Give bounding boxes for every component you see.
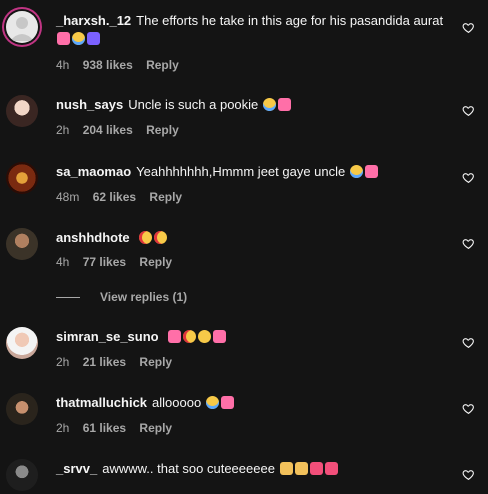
comment-username[interactable]: nush_says <box>56 97 123 112</box>
comment-meta: 2h 61 likes Reply <box>56 421 182 435</box>
like-heart-icon[interactable] <box>462 171 475 184</box>
comment-body: Uncle is such a pookie <box>128 97 259 112</box>
comment-text: _harxsh._12 The efforts he take in this a… <box>56 12 446 48</box>
smile-emoji-icon <box>198 330 212 343</box>
comment-meta: 4h 77 likes Reply <box>56 255 182 269</box>
reply-button[interactable]: Reply <box>139 421 172 435</box>
heart-emoji-icon <box>220 396 234 409</box>
comment-time: 4h <box>56 58 70 72</box>
comment-time: 2h <box>56 123 70 137</box>
avatar[interactable] <box>6 228 38 260</box>
crying-emoji-icon <box>205 396 219 409</box>
comment-time: 4h <box>56 255 70 269</box>
comment-meta: 4h 938 likes Reply <box>56 58 189 72</box>
comment-time: 2h <box>56 421 70 435</box>
comment-time: 48m <box>56 190 80 204</box>
comment-likes[interactable]: 77 likes <box>83 255 126 269</box>
crying-emoji-icon <box>72 32 85 45</box>
comment-body: Yeahhhhhhh,Hmmm jeet gaye uncle <box>136 164 346 179</box>
comment-username[interactable]: sa_maomao <box>56 164 131 179</box>
comment-likes[interactable]: 204 likes <box>83 123 133 137</box>
up-arrow-emoji-icon <box>87 32 100 45</box>
reply-button[interactable]: Reply <box>146 58 179 72</box>
star-struck-emoji-icon <box>139 231 153 244</box>
heart-emoji-icon <box>324 462 338 475</box>
like-heart-icon[interactable] <box>462 402 475 415</box>
comment-body: The efforts he take in this age for his … <box>136 13 444 28</box>
like-heart-icon[interactable] <box>462 336 475 349</box>
star-struck-emoji-icon <box>183 330 197 343</box>
avatar[interactable] <box>6 11 38 43</box>
comment-text: nush_says Uncle is such a pookie <box>56 96 446 114</box>
raised-hands-emoji-icon <box>279 462 293 475</box>
reply-button[interactable]: Reply <box>139 355 172 369</box>
heart-emoji-icon <box>57 32 70 45</box>
comment-username[interactable]: thatmalluchick <box>56 395 147 410</box>
comment-body: allooooo <box>152 395 202 410</box>
crying-emoji-icon <box>262 98 276 111</box>
avatar[interactable] <box>6 327 38 359</box>
comment-likes[interactable]: 61 likes <box>83 421 126 435</box>
avatar[interactable] <box>6 393 38 425</box>
comment-username[interactable]: simran_se_suno <box>56 329 159 344</box>
comment-text: sa_maomao Yeahhhhhhh,Hmmm jeet gaye uncle <box>56 163 446 181</box>
comment-username[interactable]: anshhdhote <box>56 230 130 245</box>
like-heart-icon[interactable] <box>462 468 475 481</box>
heart-emoji-icon <box>213 330 227 343</box>
avatar[interactable] <box>6 95 38 127</box>
like-heart-icon[interactable] <box>462 104 475 117</box>
reply-button[interactable]: Reply <box>146 123 179 137</box>
comment-text: _srvv_ awwww.. that soo cuteeeeeee <box>56 460 446 478</box>
comment-username[interactable]: _srvv_ <box>56 461 97 476</box>
comment-username[interactable]: _harxsh._12 <box>56 13 131 28</box>
view-replies-button[interactable]: View replies (1) <box>56 290 187 304</box>
view-replies-label: View replies (1) <box>100 290 188 304</box>
crying-emoji-icon <box>349 165 363 178</box>
heart-emoji-icon <box>277 98 291 111</box>
raised-hands-emoji-icon <box>294 462 308 475</box>
default-avatar-icon <box>6 11 38 43</box>
divider <box>56 297 80 299</box>
heart-emoji-icon <box>168 330 182 343</box>
comment-meta: 2h 204 likes Reply <box>56 123 189 137</box>
avatar[interactable] <box>6 162 38 194</box>
comment-likes[interactable]: 938 likes <box>83 58 133 72</box>
reply-button[interactable]: Reply <box>149 190 182 204</box>
comment-likes[interactable]: 62 likes <box>93 190 136 204</box>
like-heart-icon[interactable] <box>462 237 475 250</box>
comment-body: awwww.. that soo cuteeeeeee <box>102 461 275 476</box>
star-struck-emoji-icon <box>154 231 168 244</box>
heart-emoji-icon <box>309 462 323 475</box>
comment-text: thatmalluchick allooooo <box>56 394 446 412</box>
heart-emoji-icon <box>364 165 378 178</box>
comment-meta: 2h 21 likes Reply <box>56 355 182 369</box>
comment-meta: 48m 62 likes Reply <box>56 190 192 204</box>
like-heart-icon[interactable] <box>462 21 475 34</box>
comment-text: simran_se_suno <box>56 328 446 346</box>
comment-likes[interactable]: 21 likes <box>83 355 126 369</box>
reply-button[interactable]: Reply <box>139 255 172 269</box>
comment-time: 2h <box>56 355 70 369</box>
comment-text: anshhdhote <box>56 229 446 247</box>
avatar[interactable] <box>6 459 38 491</box>
